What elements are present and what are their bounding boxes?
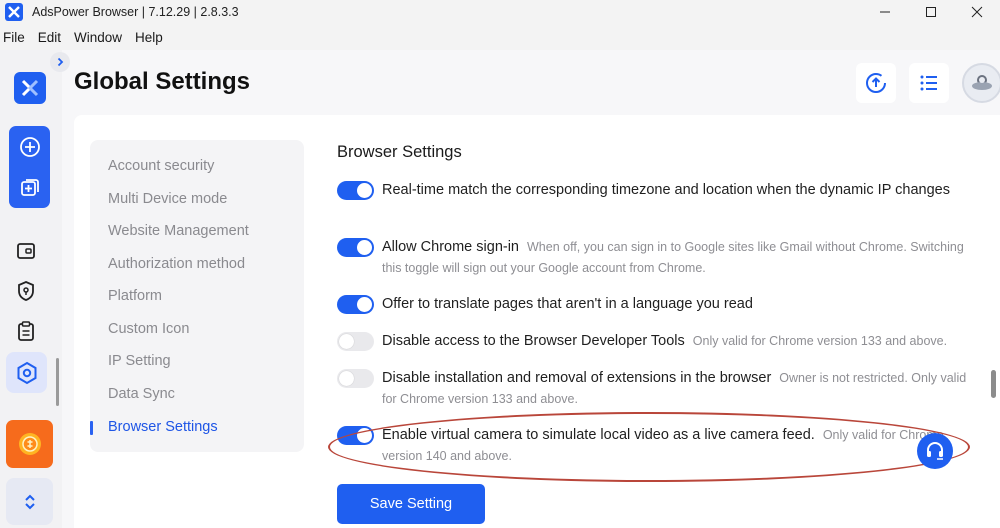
toggle-knob [339, 334, 354, 349]
subnav-item-ip-setting[interactable]: IP Setting [108, 353, 171, 369]
toggle-disable-devtools[interactable] [337, 332, 374, 351]
rail-scrollbar[interactable] [56, 358, 59, 406]
app-coin-icon [18, 433, 41, 455]
menu-file[interactable]: File [3, 30, 25, 45]
setting-label: Disable installation and removal of exte… [382, 370, 772, 386]
clipboard-icon [18, 321, 34, 341]
chevron-right-icon [57, 57, 64, 67]
batch-add-icon [20, 178, 39, 196]
setting-hint: Only valid for Chrome version 133 and ab… [692, 334, 948, 348]
toggle-knob [357, 183, 372, 198]
window-title: AdsPower Browser | 7.12.29 | 2.8.3.3 [32, 5, 239, 19]
toggle-knob [357, 240, 372, 255]
subnav-item-platform[interactable]: Platform [108, 288, 162, 304]
adspower-logo-icon [5, 3, 23, 21]
menu-help[interactable]: Help [135, 30, 163, 45]
toggle-timezone-match[interactable] [337, 181, 374, 200]
setting-label: Disable access to the Browser Developer … [382, 333, 685, 349]
menu-bar: File Edit Window Help [0, 24, 1000, 50]
section-title: Browser Settings [337, 143, 462, 161]
page-title: Global Settings [74, 68, 251, 95]
user-avatar[interactable] [962, 63, 1000, 103]
rail-home-logo[interactable] [14, 72, 46, 104]
headset-support-icon [927, 442, 943, 460]
shield-icon [18, 281, 34, 301]
maximize-icon [926, 7, 936, 17]
settings-subnav: Account security Multi Device mode Websi… [90, 140, 304, 452]
new-profile-button[interactable] [9, 126, 50, 167]
sidebar-collapse-button[interactable] [50, 52, 70, 72]
rail-expand-button[interactable] [6, 478, 53, 525]
rail-action-group [9, 126, 50, 208]
rail-item-billing[interactable] [11, 236, 41, 266]
subnav-item-website-management[interactable]: Website Management [108, 223, 249, 239]
close-button[interactable] [954, 0, 1000, 24]
subnav-item-custom-icon[interactable]: Custom Icon [108, 321, 189, 337]
wallet-icon [17, 243, 35, 259]
menu-window[interactable]: Window [74, 30, 122, 45]
list-icon [920, 75, 937, 91]
toggle-knob [357, 297, 372, 312]
toggle-disable-extensions[interactable] [337, 369, 374, 388]
rail-item-settings[interactable] [6, 352, 47, 393]
subnav-item-data-sync[interactable]: Data Sync [108, 386, 175, 402]
adspower-logo-icon [21, 79, 39, 97]
support-chat-button[interactable] [917, 433, 953, 469]
plus-circle-icon [19, 136, 40, 157]
batch-add-button[interactable] [9, 167, 50, 208]
rail-app-shortcut[interactable] [6, 420, 53, 468]
toggle-knob [339, 371, 354, 386]
left-rail [0, 50, 62, 528]
window-controls [862, 0, 1000, 24]
toggle-chrome-signin[interactable] [337, 238, 374, 257]
sync-upload-icon [866, 73, 886, 93]
settings-hexagon-icon [17, 361, 36, 384]
sync-button[interactable] [856, 63, 896, 103]
save-setting-button[interactable]: Save Setting [337, 484, 485, 524]
setting-label: Offer to translate pages that aren't in … [382, 296, 753, 312]
task-list-button[interactable] [909, 63, 949, 103]
content-scrollbar[interactable] [991, 370, 996, 398]
maximize-button[interactable] [908, 0, 954, 24]
toggle-translate-pages[interactable] [337, 295, 374, 314]
menu-edit[interactable]: Edit [38, 30, 61, 45]
highlight-annotation-ring [328, 412, 970, 482]
chevron-updown-icon [24, 494, 35, 509]
subnav-item-account-security[interactable]: Account security [108, 158, 214, 174]
close-icon [971, 6, 983, 18]
subnav-active-marker [90, 421, 93, 435]
rail-item-security[interactable] [11, 276, 41, 306]
rail-item-tasks[interactable] [11, 316, 41, 346]
subnav-item-multi-device-mode[interactable]: Multi Device mode [108, 191, 227, 207]
title-bar: AdsPower Browser | 7.12.29 | 2.8.3.3 [0, 0, 1000, 24]
avatar-icon [972, 75, 992, 90]
minimize-icon [880, 11, 890, 13]
minimize-button[interactable] [862, 0, 908, 24]
setting-label: Real-time match the corresponding timezo… [382, 182, 950, 198]
setting-label: Allow Chrome sign-in [382, 239, 519, 255]
subnav-item-authorization-method[interactable]: Authorization method [108, 256, 245, 272]
subnav-item-browser-settings[interactable]: Browser Settings [108, 419, 218, 435]
